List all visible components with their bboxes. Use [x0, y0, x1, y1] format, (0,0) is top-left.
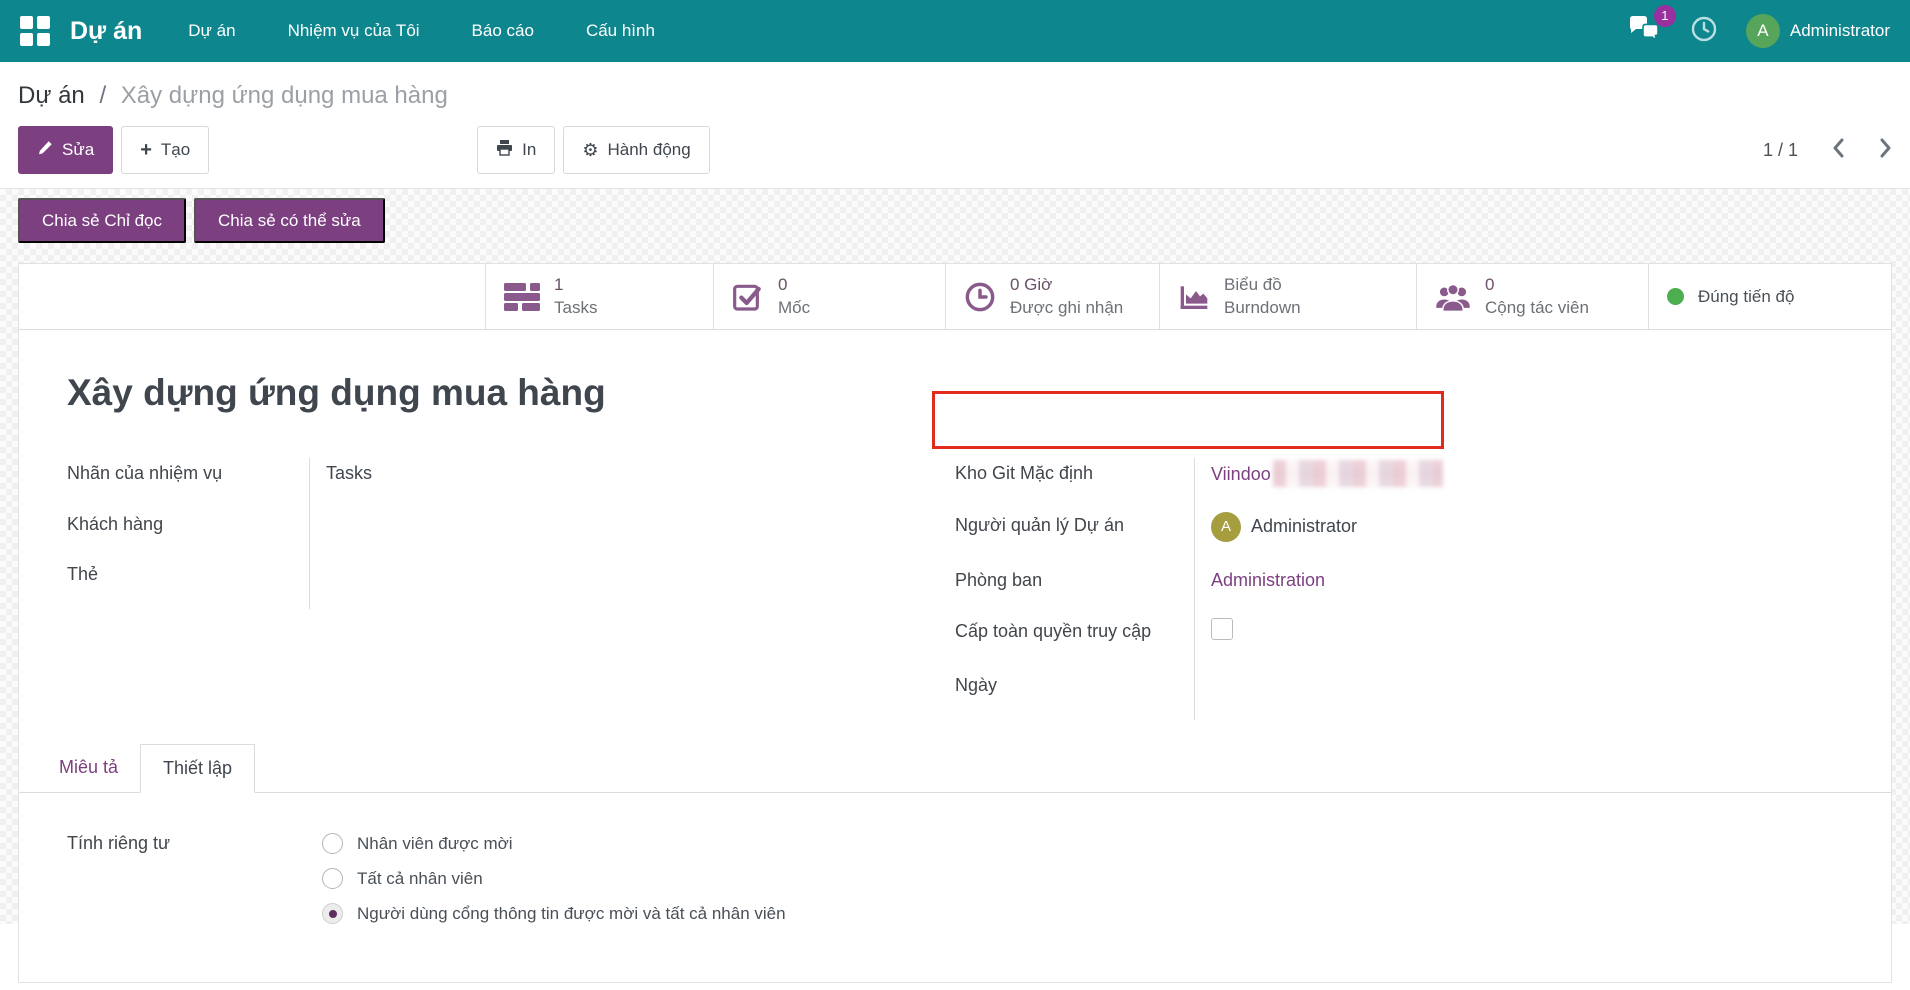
- tasks-icon: [504, 282, 540, 312]
- radio-icon[interactable]: [322, 833, 343, 854]
- stat-button-project-status[interactable]: Đúng tiến độ: [1648, 264, 1891, 329]
- control-panel: Dự án / Xây dựng ứng dụng mua hàng Sửa +…: [0, 62, 1910, 189]
- field-full-access: Cấp toàn quyền truy cập: [955, 616, 1843, 670]
- pager-value: 1 / 1: [1763, 140, 1798, 161]
- breadcrumb-parent[interactable]: Dự án: [18, 82, 85, 109]
- action-button[interactable]: ⚙ Hành động: [563, 126, 709, 174]
- radio-icon[interactable]: [322, 868, 343, 889]
- field-department: Phòng ban Administration: [955, 565, 1843, 616]
- privacy-label: Tính riêng tư: [67, 833, 322, 924]
- manager-value[interactable]: Administrator: [1251, 516, 1357, 536]
- manager-avatar: A: [1211, 512, 1241, 542]
- top-navbar: Dự án Dự án Nhiệm vụ của Tôi Báo cáo Cấu…: [0, 0, 1910, 62]
- nav-item-du-an[interactable]: Dự án: [188, 1, 235, 61]
- print-button[interactable]: In: [477, 126, 555, 174]
- date-value[interactable]: [1194, 670, 1843, 720]
- tab-description[interactable]: Miêu tả: [37, 744, 140, 792]
- user-avatar: A: [1746, 14, 1780, 48]
- nav-item-bao-cao[interactable]: Báo cáo: [472, 1, 534, 61]
- nav-menu: Dự án Nhiệm vụ của Tôi Báo cáo Cấu hình: [188, 1, 655, 61]
- nav-item-nhiem-vu[interactable]: Nhiệm vụ của Tôi: [288, 1, 420, 61]
- app-name[interactable]: Dự án: [70, 17, 142, 46]
- breadcrumb: Dự án / Xây dựng ứng dụng mua hàng: [18, 62, 1892, 116]
- area-chart-icon: [1178, 281, 1210, 313]
- privacy-section: Tính riêng tư Nhân viên được mời Tất cả …: [67, 833, 1843, 924]
- customer-value[interactable]: [309, 509, 887, 559]
- users-icon: [1435, 281, 1471, 313]
- pager-previous-icon[interactable]: [1832, 138, 1845, 163]
- printer-icon: [496, 139, 513, 161]
- privacy-option-all-employees[interactable]: Tất cả nhân viên: [322, 868, 786, 889]
- create-button[interactable]: + Tạo: [121, 126, 209, 174]
- stat-button-row: 1Tasks 0Mốc 0 GiờĐược ghi nhận: [19, 264, 1891, 330]
- stat-button-collaborators[interactable]: 0Cộng tác viên: [1416, 264, 1648, 329]
- field-git-repo: Kho Git Mặc định Viindoo: [955, 458, 1843, 510]
- plus-icon: +: [140, 140, 152, 160]
- task-label-value[interactable]: Tasks: [309, 458, 887, 509]
- stat-button-milestones[interactable]: 0Mốc: [713, 264, 945, 329]
- form-sheet: 1Tasks 0Mốc 0 GiờĐược ghi nhận: [18, 263, 1892, 983]
- tab-settings[interactable]: Thiết lập: [140, 744, 255, 793]
- radio-icon-selected[interactable]: [322, 903, 343, 924]
- stat-button-burndown-chart[interactable]: Biểu đồBurndown: [1159, 264, 1416, 329]
- field-project-manager: Người quản lý Dự án AAdministrator: [955, 510, 1843, 565]
- privacy-option-invited-employees[interactable]: Nhân viên được mời: [322, 833, 786, 854]
- content-area: Chia sẻ Chỉ đọc Chia sẻ có thể sửa 1Task…: [0, 189, 1910, 924]
- stat-button-tasks[interactable]: 1Tasks: [485, 264, 713, 329]
- breadcrumb-current: Xây dựng ứng dụng mua hàng: [121, 82, 448, 109]
- pencil-icon: [37, 140, 53, 161]
- breadcrumb-separator: /: [99, 82, 106, 109]
- notebook-tabs: Miêu tả Thiết lập: [19, 744, 1891, 793]
- field-group-right: Kho Git Mặc định Viindoo Người quản lý D…: [955, 458, 1843, 720]
- pager: 1 / 1: [1763, 138, 1892, 163]
- messages-icon[interactable]: 1: [1628, 15, 1662, 48]
- activities-clock-icon[interactable]: [1690, 15, 1718, 48]
- clock-icon: [964, 281, 996, 313]
- stat-button-hours-recorded[interactable]: 0 GiờĐược ghi nhận: [945, 264, 1159, 329]
- check-square-icon: [732, 281, 764, 313]
- user-menu[interactable]: A Administrator: [1746, 14, 1890, 48]
- privacy-option-portal-and-employees[interactable]: Người dùng cổng thông tin được mời và tấ…: [322, 903, 786, 924]
- field-group-left: Nhãn của nhiệm vụ Tasks Khách hàng Thẻ: [67, 458, 887, 609]
- field-date: Ngày: [955, 670, 1843, 720]
- share-editable-button[interactable]: Chia sẻ có thể sửa: [194, 198, 385, 243]
- field-customer: Khách hàng: [67, 509, 887, 559]
- full-access-checkbox[interactable]: [1211, 618, 1233, 640]
- share-readonly-button[interactable]: Chia sẻ Chỉ đọc: [18, 198, 186, 243]
- tags-value[interactable]: [309, 559, 887, 609]
- project-title: Xây dựng ứng dụng mua hàng: [67, 372, 1843, 414]
- apps-grid-icon[interactable]: [20, 16, 50, 46]
- edit-button[interactable]: Sửa: [18, 126, 113, 174]
- user-name: Administrator: [1790, 21, 1890, 41]
- pager-next-icon[interactable]: [1879, 138, 1892, 163]
- messages-badge: 1: [1654, 5, 1676, 27]
- field-task-label: Nhãn của nhiệm vụ Tasks: [67, 458, 887, 509]
- git-repo-value[interactable]: Viindoo: [1211, 464, 1271, 484]
- department-value[interactable]: Administration: [1211, 570, 1325, 590]
- gear-icon: ⚙: [582, 141, 598, 159]
- redacted-blur: [1273, 460, 1443, 487]
- field-tags: Thẻ: [67, 559, 887, 609]
- green-status-dot: [1667, 288, 1684, 305]
- nav-item-cau-hinh[interactable]: Cấu hình: [586, 1, 655, 61]
